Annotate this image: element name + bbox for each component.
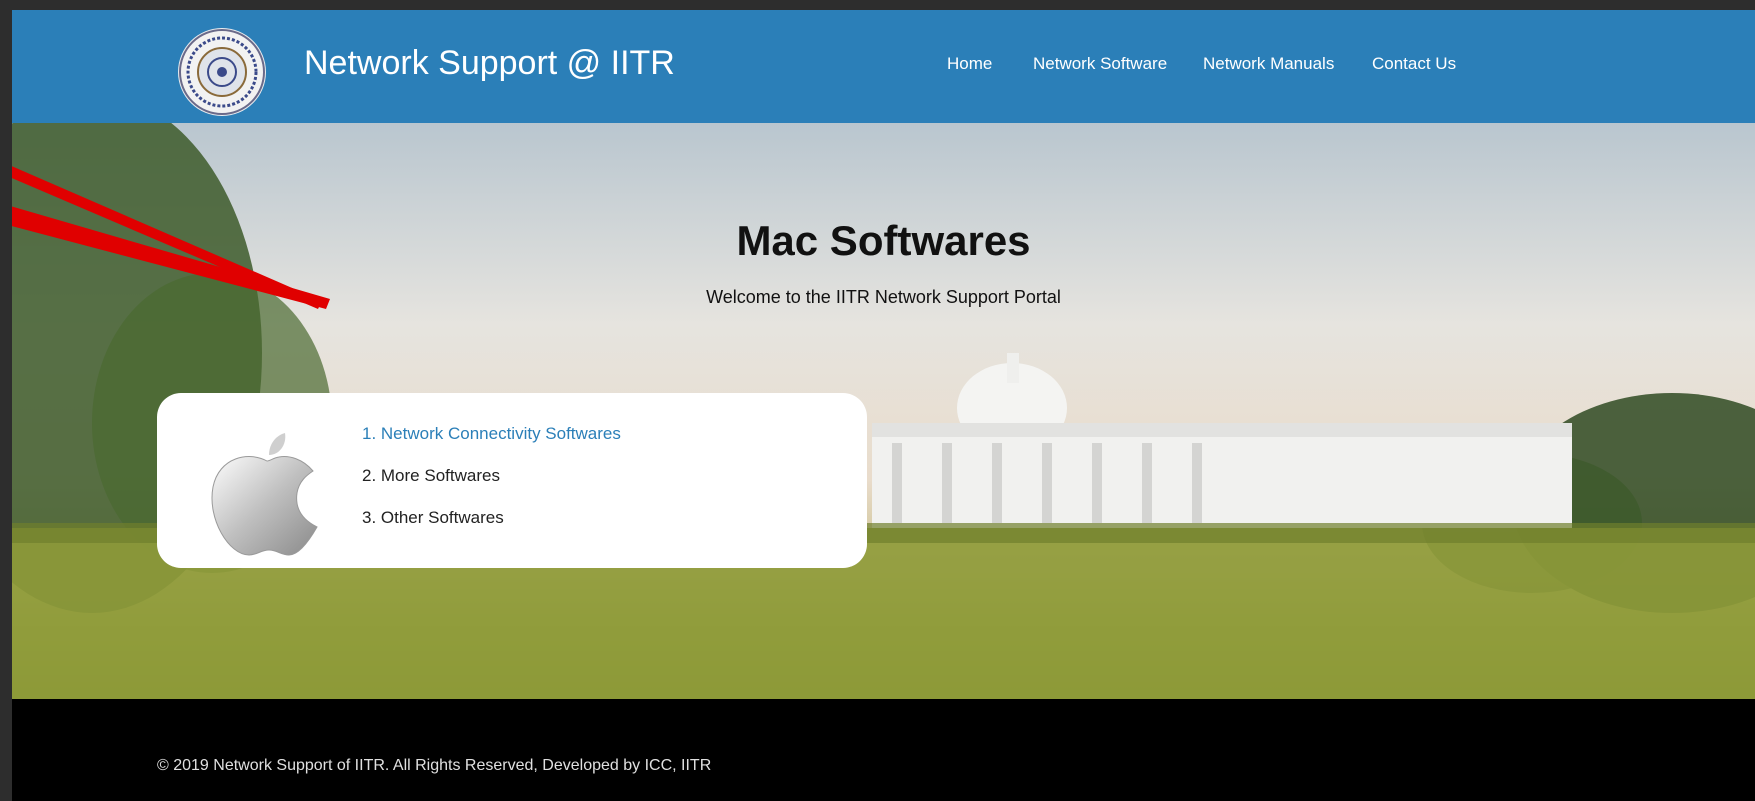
hero-section: Mac Softwares Welcome to the IITR Networ… bbox=[12, 123, 1755, 699]
nav-contact-us[interactable]: Contact Us bbox=[1372, 54, 1456, 74]
nav-network-software[interactable]: Network Software bbox=[1033, 54, 1167, 74]
software-list: 1. Network Connectivity Softwares 2. Mor… bbox=[362, 413, 621, 539]
link-more-softwares[interactable]: 2. More Softwares bbox=[362, 455, 621, 497]
link-other-softwares[interactable]: 3. Other Softwares bbox=[362, 497, 621, 539]
software-card: 1. Network Connectivity Softwares 2. Mor… bbox=[157, 393, 867, 568]
window-frame-top bbox=[0, 0, 1755, 10]
site-header: Network Support @ IITR Home Network Soft… bbox=[12, 10, 1755, 123]
nav-home[interactable]: Home bbox=[947, 54, 992, 74]
window-frame-left bbox=[0, 0, 12, 801]
copyright-text: © 2019 Network Support of IITR. All Righ… bbox=[157, 757, 712, 774]
nav-network-manuals[interactable]: Network Manuals bbox=[1203, 54, 1334, 74]
site-title[interactable]: Network Support @ IITR bbox=[304, 44, 675, 83]
iitr-logo-icon[interactable] bbox=[178, 28, 266, 116]
apple-icon bbox=[211, 433, 318, 556]
red-arrow-annotation-icon bbox=[12, 166, 330, 309]
link-network-connectivity-softwares[interactable]: 1. Network Connectivity Softwares bbox=[362, 413, 621, 455]
site-footer: © 2019 Network Support of IITR. All Righ… bbox=[12, 699, 1755, 801]
